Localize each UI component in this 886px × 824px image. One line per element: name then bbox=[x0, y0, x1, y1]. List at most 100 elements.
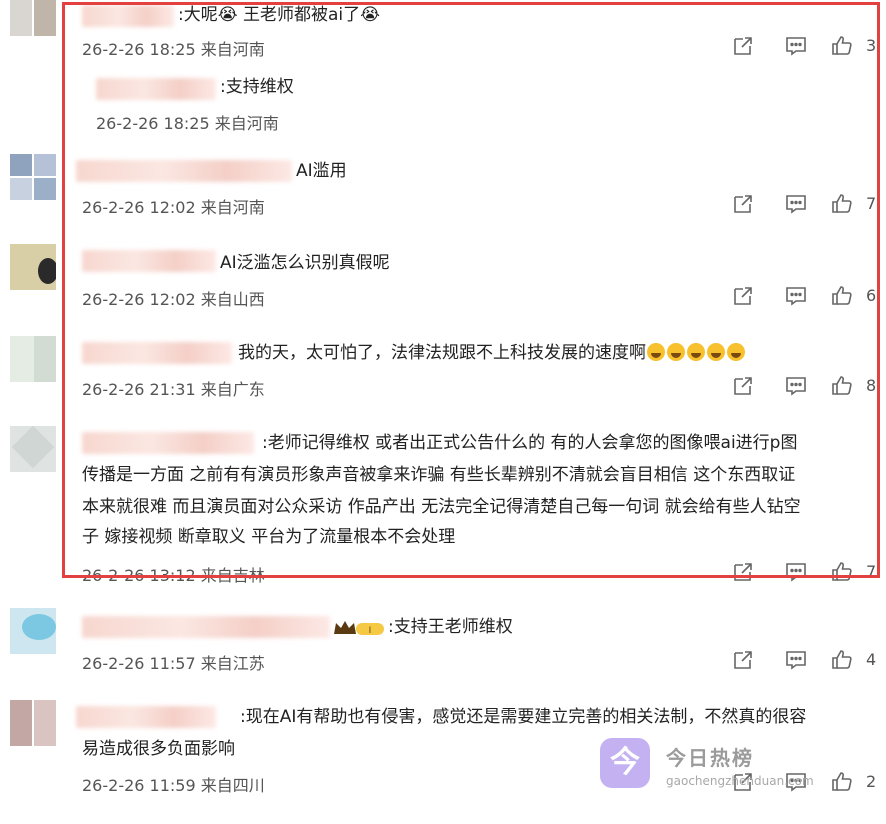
vip-crown-badge: I bbox=[332, 618, 386, 638]
comment-location: 来自四川 bbox=[200, 776, 265, 795]
username-blurred[interactable] bbox=[76, 706, 216, 728]
comment-location: 来自山西 bbox=[200, 290, 265, 309]
comment-text-line: 易造成很多负面影响 bbox=[82, 739, 235, 759]
comment-meta: 26-2-26 11:59 来自四川 bbox=[82, 772, 265, 796]
comment-text: AI滥用 bbox=[296, 161, 347, 181]
like-count: 7 bbox=[866, 562, 877, 581]
comment-item: AI泛滥怎么识别真假呢 26-2-26 12:02 来自山西 6 bbox=[0, 244, 886, 314]
comment-item: :大呢😭 王老师都被ai了😭 26-2-26 18:25 来自河南 3 bbox=[0, 0, 886, 70]
username-blurred[interactable] bbox=[82, 616, 330, 638]
comment-actions: 8 bbox=[726, 374, 886, 400]
username-blurred[interactable] bbox=[96, 78, 216, 100]
avatar[interactable] bbox=[10, 608, 56, 654]
comment-date: 26-2-26 21:31 bbox=[82, 380, 196, 399]
comment-date: 26-2-26 12:02 bbox=[82, 198, 196, 217]
avatar[interactable] bbox=[10, 154, 56, 200]
comment-text: :支持维权 bbox=[220, 77, 294, 97]
comment-date: 26-2-26 12:02 bbox=[82, 290, 196, 309]
share-icon[interactable] bbox=[731, 284, 757, 310]
like-icon[interactable] bbox=[830, 648, 856, 674]
crying-emoji-icon bbox=[647, 343, 665, 361]
comment-date: 26-2-26 13:12 bbox=[82, 566, 196, 585]
comment-actions: 7 bbox=[726, 560, 886, 586]
comment-location: 来自广东 bbox=[200, 380, 265, 399]
comment-item: :老师记得维权 或者出正式公告什么的 有的人会拿您的图像喂ai进行p图 传播是一… bbox=[0, 426, 886, 585]
like-count: 2 bbox=[866, 772, 877, 791]
username-blurred[interactable] bbox=[82, 250, 216, 272]
comment-icon[interactable] bbox=[784, 648, 810, 674]
like-icon[interactable] bbox=[830, 192, 856, 218]
comment-actions: 3 bbox=[726, 34, 886, 60]
comment-icon[interactable] bbox=[784, 374, 810, 400]
share-icon[interactable] bbox=[731, 34, 757, 60]
comment-text-line: 子 嫁接视频 断章取义 平台为了流量根本不会处理 bbox=[82, 527, 456, 547]
comment-date: 26-2-26 18:25 bbox=[82, 40, 196, 59]
comment-icon[interactable] bbox=[784, 192, 810, 218]
comment-location: 来自河南 bbox=[200, 198, 265, 217]
like-icon[interactable] bbox=[830, 560, 856, 586]
comment-icon[interactable] bbox=[784, 284, 810, 310]
like-count: 8 bbox=[866, 376, 877, 395]
comment-icon[interactable] bbox=[784, 34, 810, 60]
like-icon[interactable] bbox=[830, 770, 856, 796]
comment-meta: 26-2-26 11:57 来自江苏 bbox=[82, 650, 265, 674]
comment-location: 来自河南 bbox=[214, 114, 279, 133]
comment-text-body: 我的天，太可怕了，法律法规跟不上科技发展的速度啊 bbox=[238, 343, 646, 363]
username-blurred[interactable] bbox=[76, 160, 292, 182]
like-icon[interactable] bbox=[830, 374, 856, 400]
comment-location: 来自吉林 bbox=[200, 566, 265, 585]
svg-text:I: I bbox=[369, 626, 372, 636]
crying-emoji-icon bbox=[707, 343, 725, 361]
comment-meta: 26-2-26 12:02 来自山西 bbox=[82, 286, 265, 310]
watermark-url: gaochengzhenduan.com bbox=[666, 774, 814, 788]
share-icon[interactable] bbox=[731, 374, 757, 400]
like-icon[interactable] bbox=[830, 284, 856, 310]
comment-text-line: 传播是一方面 之前有有演员形象声音被拿来诈骗 有些长辈辨别不清就会盲目相信 这个… bbox=[82, 465, 796, 485]
comment-text: :大呢😭 王老师都被ai了😭 bbox=[178, 5, 380, 25]
watermark-title: 今日热榜 bbox=[666, 746, 754, 770]
comment-date: 26-2-26 18:25 bbox=[96, 114, 210, 133]
share-icon[interactable] bbox=[731, 192, 757, 218]
like-icon[interactable] bbox=[830, 34, 856, 60]
comment-actions: 6 bbox=[726, 284, 886, 310]
comment-text-line: :现在AI有帮助也有侵害，感觉还是需要建立完善的相关法制，不然真的很容 bbox=[240, 707, 807, 727]
comment-meta: 26-2-26 12:02 来自河南 bbox=[82, 194, 265, 218]
username-blurred[interactable] bbox=[82, 5, 174, 27]
comment-actions: 7 bbox=[726, 192, 886, 218]
comment-text-line: :老师记得维权 或者出正式公告什么的 有的人会拿您的图像喂ai进行p图 bbox=[262, 433, 798, 453]
comment-date: 26-2-26 11:59 bbox=[82, 776, 196, 795]
comment-actions: 4 bbox=[726, 648, 886, 674]
comment-date: 26-2-26 11:57 bbox=[82, 654, 196, 673]
crying-emoji-icon bbox=[687, 343, 705, 361]
watermark-logo-icon: 今 bbox=[600, 738, 650, 788]
avatar[interactable] bbox=[10, 426, 56, 472]
comment-text-line: 本来就很难 而且演员面对公众采访 作品产出 无法完全记得清楚自己每一句词 就会给… bbox=[82, 497, 801, 517]
comment-meta: 26-2-26 21:31 来自广东 bbox=[82, 376, 265, 400]
share-icon[interactable] bbox=[731, 560, 757, 586]
comment-meta: 26-2-26 18:25 来自河南 bbox=[82, 36, 265, 60]
comment-text: 我的天，太可怕了，法律法规跟不上科技发展的速度啊 bbox=[238, 338, 746, 369]
like-count: 3 bbox=[866, 36, 877, 55]
comment-text: AI泛滥怎么识别真假呢 bbox=[220, 253, 390, 273]
like-count: 6 bbox=[866, 286, 877, 305]
comment-item: 我的天，太可怕了，法律法规跟不上科技发展的速度啊 26-2-26 21:31 来… bbox=[0, 336, 886, 406]
comment-item: AI滥用 26-2-26 12:02 来自河南 7 bbox=[0, 154, 886, 224]
username-blurred[interactable] bbox=[82, 432, 254, 454]
comment-location: 来自河南 bbox=[200, 40, 265, 59]
avatar[interactable] bbox=[10, 0, 56, 36]
watermark: 今 今日热榜 gaochengzhenduan.com bbox=[600, 738, 830, 800]
comment-item: :支持维权 26-2-26 18:25 来自河南 bbox=[0, 72, 886, 142]
crying-emoji-icon bbox=[667, 343, 685, 361]
comment-location: 来自江苏 bbox=[200, 654, 265, 673]
like-count: 4 bbox=[866, 650, 877, 669]
comment-meta: 26-2-26 18:25 来自河南 bbox=[96, 110, 279, 134]
share-icon[interactable] bbox=[731, 648, 757, 674]
avatar[interactable] bbox=[10, 700, 56, 746]
like-count: 7 bbox=[866, 194, 877, 213]
username-blurred[interactable] bbox=[82, 342, 232, 364]
comment-icon[interactable] bbox=[784, 560, 810, 586]
avatar[interactable] bbox=[10, 336, 56, 382]
comment-item: I :支持王老师维权 26-2-26 11:57 来自江苏 4 bbox=[0, 608, 886, 678]
crying-emoji-icon bbox=[727, 343, 745, 361]
avatar[interactable] bbox=[10, 244, 56, 290]
